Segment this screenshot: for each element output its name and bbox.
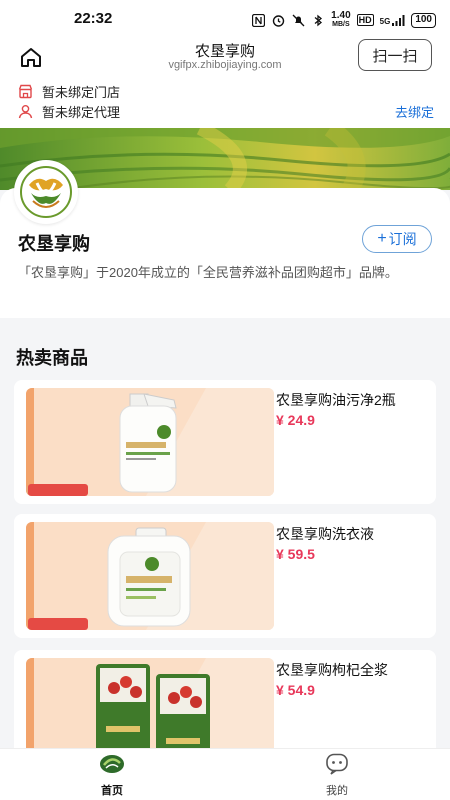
product-card[interactable]: 农垦享购油污净2瓶 ¥ 24.9 xyxy=(14,380,436,504)
bluetooth-icon xyxy=(311,13,325,27)
tab-mine[interactable]: 我的 xyxy=(297,753,377,798)
product-name: 农垦享购洗衣液 xyxy=(276,526,374,542)
bind-link[interactable]: 去绑定 xyxy=(395,102,434,121)
product-image xyxy=(26,388,274,496)
product-name: 农垦享购油污净2瓶 xyxy=(276,392,396,408)
status-icons: 1.40 MB/S HD 5G 100 xyxy=(251,11,436,29)
user-icon xyxy=(18,104,33,119)
home-tab-icon xyxy=(98,755,126,779)
signal-icon: 5G xyxy=(380,14,406,26)
store-description: 「农垦享购」于2020年成立的「全民营养滋补品团购超市」品牌。 xyxy=(18,265,398,280)
plus-icon: + xyxy=(377,230,387,247)
scan-button[interactable]: 扫一扫 xyxy=(358,39,432,71)
tab-home[interactable]: 首页 xyxy=(72,753,152,798)
status-bar: 22:32 1.40 MB/S HD 5G 100 xyxy=(0,0,450,40)
product-image xyxy=(26,522,274,630)
binding-panel: 暂未绑定门店 暂未绑定代理 去绑定 xyxy=(0,78,450,128)
battery-indicator: 100 xyxy=(411,12,436,28)
tab-mine-label: 我的 xyxy=(326,785,348,797)
mute-icon xyxy=(291,13,305,27)
network-speed: 1.40 MB/S xyxy=(331,10,351,29)
product-price: ¥ 59.5 xyxy=(276,546,315,562)
product-name: 农垦享购枸杞全浆 xyxy=(276,662,388,678)
alarm-icon xyxy=(271,13,285,27)
top-header: 农垦享购 vgifpx.zhibojiaying.com 扫一扫 xyxy=(0,39,450,78)
store-binding-row: 暂未绑定门店 xyxy=(18,82,120,101)
product-price: ¥ 54.9 xyxy=(276,682,315,698)
hd-badge: HD xyxy=(356,14,374,26)
product-price: ¥ 24.9 xyxy=(276,412,315,428)
nfc-icon xyxy=(251,13,265,27)
store-icon xyxy=(18,84,33,99)
agent-binding-text: 暂未绑定代理 xyxy=(42,105,121,120)
hot-products-title: 热卖商品 xyxy=(16,348,88,368)
store-name: 农垦享购 xyxy=(18,234,90,254)
tab-home-label: 首页 xyxy=(101,785,123,797)
agent-binding-row: 暂未绑定代理 xyxy=(18,102,120,121)
product-card[interactable]: 农垦享购洗衣液 ¥ 59.5 xyxy=(14,514,436,638)
bottom-tab-bar: 首页 我的 xyxy=(0,748,450,800)
subscribe-label: 订阅 xyxy=(388,231,417,247)
status-time: 22:32 xyxy=(74,10,113,27)
profile-tab-icon xyxy=(325,753,349,779)
subscribe-button[interactable]: + 订阅 xyxy=(362,225,432,253)
store-logo xyxy=(14,160,78,224)
store-binding-text: 暂未绑定门店 xyxy=(42,85,121,100)
